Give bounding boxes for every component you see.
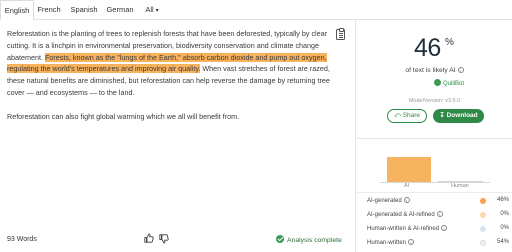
chevron-down-icon: ▾	[155, 8, 159, 14]
breakdown-value: 0%	[500, 225, 509, 231]
info-icon[interactable]: i	[403, 197, 410, 203]
language-tabs: English French Spanish German All ▾	[0, 0, 512, 21]
quillbot-logo	[434, 79, 441, 86]
breakdown-label: AI-generated i	[367, 197, 410, 204]
bar-ai	[387, 157, 431, 182]
download-label: Download	[446, 112, 478, 119]
brand-name: QuillBot	[443, 81, 465, 87]
paragraph: Reforestation can also fight global warm…	[7, 111, 240, 121]
info-icon[interactable]: i	[408, 239, 415, 245]
analyzed-text[interactable]: Reforestation is the planting of trees t…	[7, 28, 337, 134]
word-count: 93 Words	[7, 236, 37, 243]
download-button[interactable]: ↧ Download	[433, 109, 484, 123]
tab-label: Spanish	[70, 5, 98, 14]
tab-label: German	[106, 5, 134, 14]
percent-sign: %	[445, 37, 454, 48]
breakdown-value: 46%	[496, 197, 509, 203]
tab-english[interactable]: English	[0, 0, 34, 21]
results-panel: 46 % of text is likely AI i QuillBot Mode…	[357, 20, 512, 252]
brand: QuillBot	[434, 79, 464, 87]
tab-label: English	[4, 6, 30, 15]
tab-spanish[interactable]: Spanish	[66, 0, 102, 20]
breakdown-row: Human-written & AI-refined i 0%	[367, 225, 509, 236]
tab-french[interactable]: French	[34, 0, 64, 20]
thumbs-up-icon[interactable]	[144, 233, 154, 243]
divider	[357, 192, 512, 193]
info-icon[interactable]: i	[441, 225, 448, 231]
breakdown-value: 54%	[496, 239, 509, 245]
breakdown-row: Human-written i 54%	[367, 239, 509, 250]
legend-dot	[480, 198, 486, 204]
share-icon: ⤺	[393, 112, 403, 119]
paragraph: Reforestation is the planting of trees t…	[7, 28, 337, 99]
breakdown-label: Human-written & AI-refined i	[367, 225, 448, 232]
legend-dot	[480, 240, 486, 246]
copy-icon[interactable]	[336, 27, 345, 40]
share-label: Share	[402, 112, 421, 119]
divider	[357, 138, 512, 139]
legend-dot	[480, 226, 486, 232]
breakdown-row: AI-generated & AI-refined i 0%	[367, 211, 509, 222]
text-pane: Reforestation is the planting of trees t…	[0, 20, 356, 252]
likely-ai-label: of text is likely AI i	[357, 67, 512, 74]
thumbs-down-icon[interactable]	[159, 234, 169, 244]
tab-german[interactable]: German	[103, 0, 137, 20]
share-button[interactable]: ⤺ Share	[387, 109, 427, 123]
breakdown-value: 0%	[500, 211, 509, 217]
status-text: Analysis complete	[287, 237, 342, 244]
breakdown-row: AI-generated i 46%	[367, 197, 509, 208]
ai-percentage: 46	[414, 34, 441, 62]
bar-label-human: Human	[451, 183, 469, 189]
info-icon[interactable]: i	[457, 67, 464, 73]
chart-baseline	[380, 182, 490, 183]
info-icon[interactable]: i	[436, 211, 443, 217]
breakdown-label: Human-written i	[367, 239, 415, 246]
breakdown-label: AI-generated & AI-refined i	[367, 211, 443, 218]
tab-label: All	[145, 5, 154, 14]
tab-label: French	[37, 5, 61, 14]
likely-ai-text: of text is likely AI	[405, 67, 456, 74]
check-circle-icon	[276, 235, 284, 243]
model-version: ModelVersion: v3.5.0	[408, 98, 461, 104]
tab-all[interactable]: All ▾	[139, 0, 165, 20]
legend-dot	[480, 212, 486, 218]
download-icon: ↧	[439, 112, 447, 119]
bar-label-ai: AI	[404, 183, 410, 189]
analysis-status: Analysis complete	[276, 235, 342, 244]
